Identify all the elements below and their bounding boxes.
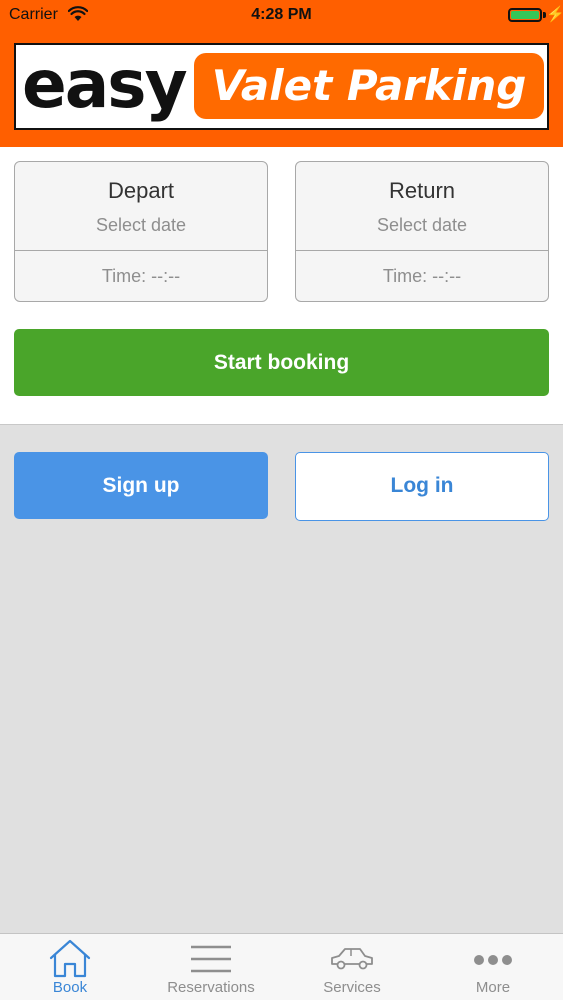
return-title: Return	[388, 178, 456, 203]
start-booking-button[interactable]: Start booking	[14, 329, 549, 396]
depart-date-selector[interactable]: Select date	[15, 215, 267, 236]
charging-icon: ⚡	[546, 6, 563, 23]
return-divider	[296, 250, 548, 251]
tab-label-book: Book	[52, 979, 88, 996]
logo-valet-text: Valet Parking	[211, 61, 527, 110]
return-card[interactable]: Return Select date Time: --:--	[295, 161, 549, 302]
depart-title: Depart	[107, 178, 175, 203]
tab-more[interactable]: More	[423, 934, 563, 1000]
log-in-button[interactable]: Log in	[295, 452, 549, 521]
more-icon	[474, 955, 512, 965]
tab-label-more: More	[475, 979, 511, 996]
tab-bar: Book Reservations Services More	[0, 933, 563, 1000]
return-time-selector[interactable]: Time: --:--	[296, 266, 548, 287]
depart-card[interactable]: Depart Select date Time: --:--	[14, 161, 268, 302]
app-header: Carrier 4:28 PM ⚡ easy Valet Parking	[0, 0, 563, 147]
booking-panel: Depart Select date Time: --:-- Return Se…	[0, 147, 563, 425]
car-icon	[331, 948, 373, 970]
status-time: 4:28 PM	[251, 6, 312, 23]
home-icon	[49, 939, 91, 978]
status-bar: Carrier 4:28 PM ⚡	[0, 0, 563, 30]
battery-icon	[508, 8, 542, 22]
tab-label-reservations: Reservations	[167, 979, 255, 996]
depart-time-selector[interactable]: Time: --:--	[15, 266, 267, 287]
sign-up-button[interactable]: Sign up	[14, 452, 268, 519]
tab-reservations[interactable]: Reservations	[141, 934, 281, 1000]
tab-book[interactable]: Book	[0, 934, 140, 1000]
tab-label-services: Services	[323, 979, 381, 996]
logo-easy-text: easy	[22, 46, 188, 123]
list-icon	[191, 945, 231, 973]
tab-services[interactable]: Services	[282, 934, 422, 1000]
brand-logo: easy Valet Parking	[14, 43, 549, 130]
depart-divider	[15, 250, 267, 251]
return-date-selector[interactable]: Select date	[296, 215, 548, 236]
logo-pill: Valet Parking	[194, 53, 544, 119]
